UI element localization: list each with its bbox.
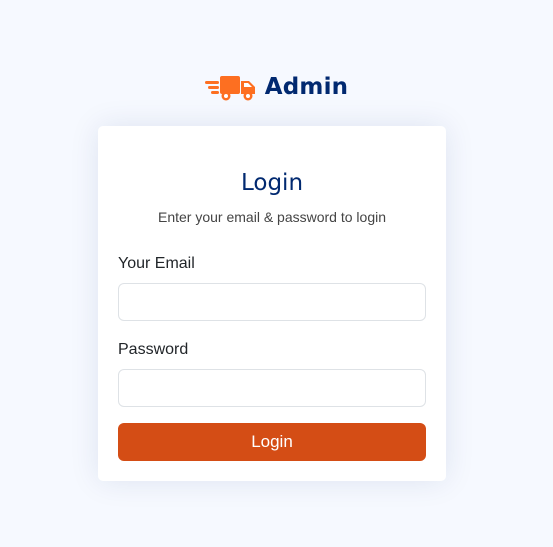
brand-logo[interactable]: Admin	[0, 72, 553, 102]
password-label: Password	[118, 341, 189, 358]
email-field[interactable]	[118, 283, 426, 321]
card-subtitle: Enter your email & password to login	[158, 209, 386, 225]
delivery-truck-icon	[204, 72, 257, 102]
email-label: Your Email	[118, 255, 195, 272]
password-field[interactable]	[118, 369, 426, 407]
card-title: Login	[240, 170, 304, 196]
login-card: Login Enter your email & password to log…	[98, 126, 446, 481]
brand-name: Admin	[264, 74, 349, 100]
login-button[interactable]: Login	[118, 423, 426, 461]
